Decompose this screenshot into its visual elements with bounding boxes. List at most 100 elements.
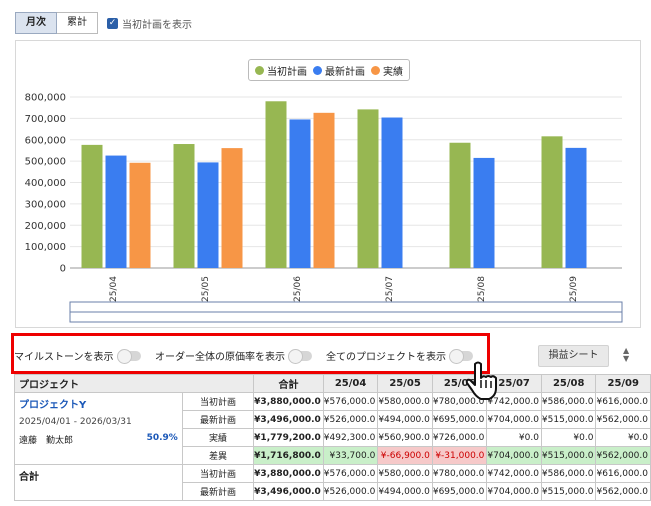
x-tick-label: 25/06 xyxy=(293,276,303,302)
table-row: 合計 当初計画 ¥3,880,000.0 ¥576,000.0 ¥580,000… xyxy=(14,464,651,501)
cost-rate-toggle[interactable]: オーダー全体の原価率を表示 xyxy=(155,348,312,364)
table-cell: ¥580,000.0 xyxy=(377,392,433,411)
table-cell: ¥704,000.0 xyxy=(486,410,542,429)
row-label: 当初計画 xyxy=(181,392,255,411)
bar-chart: 800,000 700,000 600,000 500,000 400,000 300,0… xyxy=(25,93,623,323)
header-month: 25/08 xyxy=(540,374,597,393)
row-total: ¥1,716,800.0 xyxy=(253,446,324,465)
legend-label-initial-plan: 当初計画 xyxy=(267,66,307,78)
bar xyxy=(105,155,127,268)
table-cell: ¥560,900.0 xyxy=(377,428,433,447)
x-tick-label: 25/09 xyxy=(569,276,579,302)
table-cell: ¥-31,000.0 xyxy=(431,446,488,465)
legend-label-actual: 実績 xyxy=(383,66,403,78)
x-tick-label: 25/05 xyxy=(201,276,211,302)
table-cell: ¥515,000.0 xyxy=(540,446,597,465)
table-cell: ¥576,000.0 xyxy=(322,464,379,483)
milestone-toggle-label: マイルストーンを表示 xyxy=(14,352,114,363)
bar xyxy=(221,148,243,268)
bar xyxy=(357,109,379,269)
range-scrollbar xyxy=(69,311,623,323)
table-header-row: プロジェクト 合計 25/04 25/05 25/06 25/07 25/08 … xyxy=(13,374,651,393)
sort-icon[interactable]: ▲ ▼ xyxy=(623,347,629,363)
table-cell: ¥616,000.0 xyxy=(595,464,651,483)
y-tick-label: 500,000 xyxy=(25,157,66,168)
header-month: 25/05 xyxy=(377,374,433,393)
table-cell: ¥704,000.0 xyxy=(486,482,542,501)
project-period: 2025/04/01 - 2026/03/31 xyxy=(19,417,132,427)
bar xyxy=(313,112,335,268)
table-cell: ¥515,000.0 xyxy=(540,410,597,429)
legend-dot-actual xyxy=(371,65,380,75)
milestone-switch[interactable] xyxy=(116,348,141,364)
row-label: 最新計画 xyxy=(181,482,255,501)
legend-item-initial-plan[interactable]: 当初計画 xyxy=(255,63,307,78)
summary-label-cell: 合計 xyxy=(14,464,183,501)
table-cell: ¥704,000.0 xyxy=(486,446,542,465)
chart-legend: 当初計画 最新計画 実績 xyxy=(248,59,410,81)
project-name-link[interactable]: プロジェクトY xyxy=(19,396,178,411)
table-cell: ¥695,000.0 xyxy=(431,482,488,501)
bar xyxy=(473,157,495,268)
all-projects-toggle-label: 全てのプロジェクトを表示 xyxy=(326,352,446,363)
range-navigator xyxy=(69,301,623,313)
header-month: 25/09 xyxy=(595,374,651,393)
bar xyxy=(565,147,587,268)
all-projects-toggle[interactable]: 全てのプロジェクトを表示 xyxy=(326,348,473,364)
row-total: ¥3,880,000.0 xyxy=(253,464,324,483)
table-cell: ¥586,000.0 xyxy=(540,464,597,483)
table-cell: ¥580,000.0 xyxy=(377,464,433,483)
bar xyxy=(289,119,311,268)
project-info-cell: プロジェクトY 2025/04/01 - 2026/03/31 遠藤 勤太郎 5… xyxy=(14,392,183,465)
y-tick-label: 600,000 xyxy=(25,135,66,146)
row-total: ¥3,496,000.0 xyxy=(253,410,324,429)
table-cell: ¥0.0 xyxy=(595,428,651,447)
bar xyxy=(265,101,287,269)
table-row: プロジェクトY 2025/04/01 - 2026/03/31 遠藤 勤太郎 5… xyxy=(14,392,651,465)
row-label: 実績 xyxy=(181,428,255,447)
table-cell: ¥526,000.0 xyxy=(322,410,379,429)
y-tick-label: 400,000 xyxy=(25,178,66,189)
project-manager: 遠藤 勤太郎 xyxy=(19,436,74,446)
bar xyxy=(197,162,219,268)
table-cell: ¥616,000.0 xyxy=(595,392,651,411)
y-tick-label: 700,000 xyxy=(25,114,66,125)
table-cell: ¥492,300.0 xyxy=(322,428,379,447)
header-total: 合計 xyxy=(253,374,324,393)
y-tick-label: 300,000 xyxy=(25,199,66,210)
legend-dot-initial-plan xyxy=(255,65,264,75)
table-cell: ¥494,000.0 xyxy=(377,410,433,429)
table-cell: ¥562,000.0 xyxy=(595,446,651,465)
y-tick-label: 0 xyxy=(60,264,66,275)
table-cell: ¥576,000.0 xyxy=(322,392,379,411)
all-projects-switch[interactable] xyxy=(449,348,473,364)
table-cell: ¥33,700.0 xyxy=(322,446,379,465)
bar xyxy=(129,162,151,268)
bar xyxy=(81,144,103,268)
row-label: 当初計画 xyxy=(181,464,255,483)
table-cell: ¥780,000.0 xyxy=(431,464,488,483)
project-rate: 50.9% xyxy=(146,433,178,443)
table-cell: ¥742,000.0 xyxy=(486,464,542,483)
x-tick-label: 25/07 xyxy=(385,276,395,302)
legend-label-latest-plan: 最新計画 xyxy=(325,66,365,78)
milestone-toggle[interactable]: マイルストーンを表示 xyxy=(14,348,141,364)
x-tick-label: 25/04 xyxy=(109,276,119,302)
table-cell: ¥562,000.0 xyxy=(595,482,651,501)
row-total: ¥1,779,200.0 xyxy=(253,428,324,447)
table-cell: ¥695,000.0 xyxy=(431,410,488,429)
row-total: ¥3,496,000.0 xyxy=(253,482,324,501)
pl-sheet-button[interactable]: 損益シート xyxy=(538,345,609,367)
legend-item-latest-plan[interactable]: 最新計画 xyxy=(313,63,365,78)
bar xyxy=(449,142,471,268)
table-cell: ¥586,000.0 xyxy=(540,392,597,411)
x-tick-label: 25/08 xyxy=(477,276,487,302)
cost-rate-toggle-label: オーダー全体の原価率を表示 xyxy=(155,352,285,363)
table-cell: ¥515,000.0 xyxy=(540,482,597,501)
table-cell: ¥0.0 xyxy=(486,428,542,447)
hand-pointer-icon xyxy=(465,361,497,400)
cost-rate-switch[interactable] xyxy=(288,348,312,364)
row-label: 差異 xyxy=(181,446,255,465)
legend-item-actual[interactable]: 実績 xyxy=(371,63,403,78)
y-tick-label: 200,000 xyxy=(25,221,66,232)
